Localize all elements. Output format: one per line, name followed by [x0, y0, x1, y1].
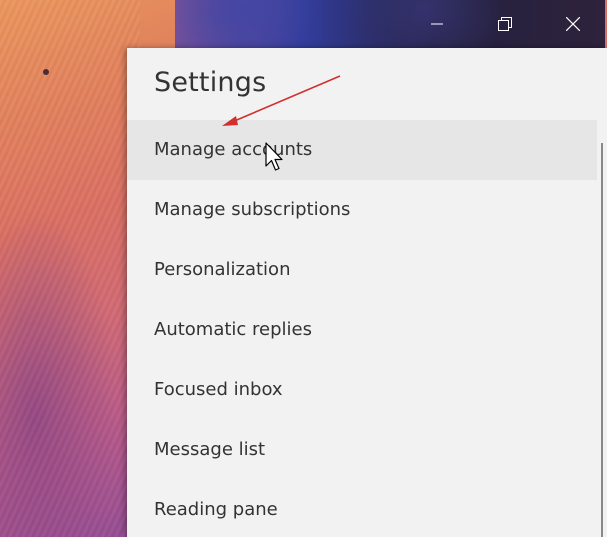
minimize-icon — [431, 23, 443, 25]
restore-icon — [498, 17, 512, 31]
close-icon — [566, 17, 580, 31]
screen: Settings Manage accounts Manage subscrip… — [0, 0, 607, 537]
menu-item-manage-subscriptions[interactable]: Manage subscriptions — [127, 180, 597, 240]
settings-menu: Manage accounts Manage subscriptions Per… — [127, 120, 597, 537]
mouse-cursor-icon — [265, 142, 283, 171]
close-button[interactable] — [539, 0, 607, 48]
window-controls — [403, 0, 607, 48]
menu-item-automatic-replies[interactable]: Automatic replies — [127, 300, 597, 360]
wallpaper-speck — [43, 69, 49, 75]
vertical-scrollbar[interactable] — [601, 143, 603, 537]
restore-button[interactable] — [471, 0, 539, 48]
menu-item-focused-inbox[interactable]: Focused inbox — [127, 360, 597, 420]
menu-item-personalization[interactable]: Personalization — [127, 240, 597, 300]
settings-panel: Settings Manage accounts Manage subscrip… — [127, 48, 607, 537]
minimize-button[interactable] — [403, 0, 471, 48]
menu-item-message-list[interactable]: Message list — [127, 420, 597, 480]
menu-item-reading-pane[interactable]: Reading pane — [127, 480, 597, 537]
menu-item-manage-accounts[interactable]: Manage accounts — [127, 120, 597, 180]
settings-title: Settings — [154, 67, 267, 98]
